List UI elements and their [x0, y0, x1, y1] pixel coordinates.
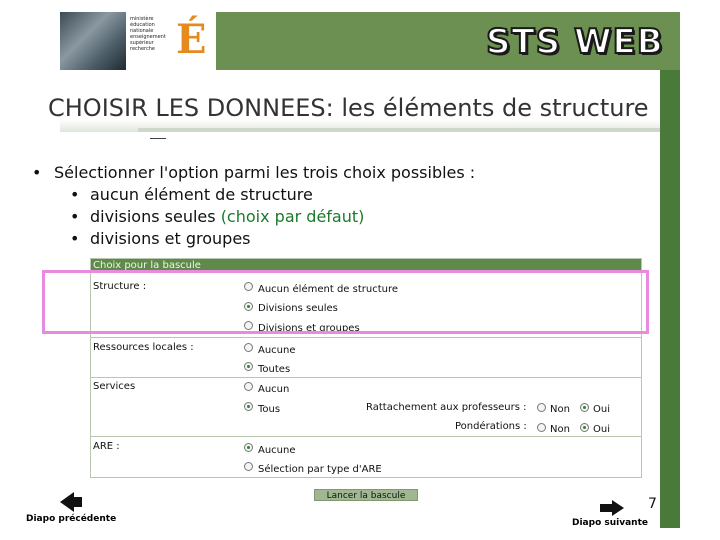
page-title: CHOISIR LES DONNEES: les éléments de str…	[48, 94, 649, 122]
option-label: Non	[550, 424, 570, 435]
radio-divisions-groupes[interactable]	[244, 321, 253, 330]
list-item: divisions et groupes	[30, 228, 475, 250]
radio-are-selection[interactable]	[244, 462, 253, 471]
option-label: Oui	[593, 404, 610, 415]
logo-e-icon: É	[176, 16, 207, 63]
row-divider	[91, 337, 641, 338]
next-slide-link[interactable]: Diapo suivante	[572, 518, 648, 528]
launch-bascule-button[interactable]: Lancer la bascule	[314, 489, 418, 501]
row-divider	[91, 377, 641, 378]
list-item: aucun élément de structure	[30, 184, 475, 206]
structure-label: Structure :	[93, 281, 147, 292]
bullet-list: Sélectionner l'option parmi les trois ch…	[30, 162, 475, 250]
option-label: Sélection par type d'ARE	[258, 464, 382, 475]
arrow-left-tail[interactable]	[72, 497, 82, 507]
radio-ponderations-oui[interactable]	[580, 423, 589, 432]
form-header: Choix pour la bascule	[91, 259, 641, 273]
bullet-main: Sélectionner l'option parmi les trois ch…	[30, 162, 475, 184]
title-underline	[138, 128, 660, 132]
arrow-right-icon[interactable]	[612, 500, 624, 516]
arrow-right-tail[interactable]	[600, 504, 612, 512]
option-label: Aucun élément de structure	[258, 284, 399, 295]
radio-ponderations-non[interactable]	[537, 423, 546, 432]
rattachement-label: Rattachement aux professeurs :	[366, 402, 527, 413]
logo-text: ministère éducation nationale enseigneme…	[130, 16, 166, 52]
services-label: Services	[93, 381, 136, 392]
divider	[150, 138, 166, 139]
list-item: divisions seules (choix par défaut)	[30, 206, 475, 228]
option-label: Divisions seules	[258, 303, 338, 314]
option-label: Aucun	[258, 384, 290, 395]
radio-services-aucun[interactable]	[244, 382, 253, 391]
ressources-label: Ressources locales :	[93, 342, 194, 353]
option-label: Toutes	[258, 364, 291, 375]
radio-ressources-aucune[interactable]	[244, 343, 253, 352]
bascule-form: Choix pour la bascule Structure : Aucun …	[90, 258, 642, 478]
radio-services-tous[interactable]	[244, 402, 253, 411]
radio-divisions-seules[interactable]	[244, 302, 253, 311]
option-label: Tous	[258, 404, 281, 415]
radio-rattachement-oui[interactable]	[580, 403, 589, 412]
are-label: ARE :	[93, 441, 120, 452]
app-title: STS WEB	[485, 21, 664, 63]
option-label: Divisions et groupes	[258, 323, 360, 334]
prev-slide-link[interactable]: Diapo précédente	[26, 514, 116, 524]
option-label: Oui	[593, 424, 610, 435]
radio-rattachement-non[interactable]	[537, 403, 546, 412]
option-label: Aucune	[258, 345, 296, 356]
page-number: 7	[648, 496, 657, 512]
ponderations-label: Pondérations :	[455, 421, 527, 432]
option-label: Aucune	[258, 445, 296, 456]
row-divider	[91, 436, 641, 437]
radio-aucun-element[interactable]	[244, 282, 253, 291]
right-green-bar	[660, 12, 680, 528]
radio-ressources-toutes[interactable]	[244, 362, 253, 371]
option-label: Non	[550, 404, 570, 415]
radio-are-aucune[interactable]	[244, 443, 253, 452]
default-note: (choix par défaut)	[220, 207, 365, 226]
ministry-logo: ministère éducation nationale enseigneme…	[126, 12, 216, 70]
students-photo	[60, 12, 126, 70]
